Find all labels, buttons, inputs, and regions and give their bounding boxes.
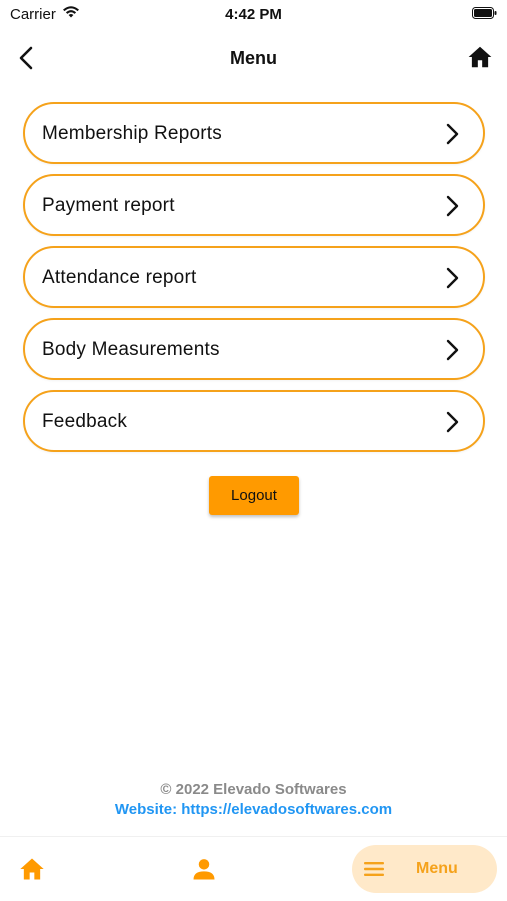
bottom-nav: Menu: [0, 836, 507, 901]
menu-item-label: Body Measurements: [42, 339, 220, 360]
nav-menu-label: Menu: [416, 860, 458, 877]
copyright-text: © 2022 Elevado Softwares: [160, 781, 347, 798]
menu-list: Membership Reports Payment report Attend…: [23, 102, 485, 462]
home-icon[interactable]: [18, 855, 46, 883]
nav-menu-tab[interactable]: Menu: [352, 845, 497, 893]
chevron-right-icon: [446, 195, 459, 217]
menu-item-attendance-report[interactable]: Attendance report: [23, 246, 485, 308]
logout-button[interactable]: Logout: [209, 476, 299, 515]
menu-item-label: Membership Reports: [42, 123, 222, 144]
menu-item-label: Feedback: [42, 411, 128, 432]
chevron-right-icon: [446, 411, 459, 433]
menu-item-payment-report[interactable]: Payment report: [23, 174, 485, 236]
menu-item-label: Attendance report: [42, 267, 197, 288]
menu-item-membership-reports[interactable]: Membership Reports: [23, 102, 485, 164]
status-time: 4:42 PM: [225, 6, 282, 23]
menu-item-feedback[interactable]: Feedback: [23, 390, 485, 452]
chevron-right-icon: [446, 267, 459, 289]
chevron-right-icon: [446, 339, 459, 361]
status-bar: Carrier 4:42 PM: [0, 0, 507, 28]
website-link[interactable]: Website: https://elevadosoftwares.com: [0, 801, 507, 818]
person-icon[interactable]: [190, 855, 218, 883]
menu-item-body-measurements[interactable]: Body Measurements: [23, 318, 485, 380]
chevron-right-icon: [446, 123, 459, 145]
hamburger-menu-icon: [364, 862, 384, 876]
page-title: Menu: [230, 48, 277, 68]
header: Menu: [0, 40, 507, 76]
home-icon[interactable]: [467, 44, 493, 70]
menu-item-label: Payment report: [42, 195, 175, 216]
battery-icon: [472, 7, 497, 19]
